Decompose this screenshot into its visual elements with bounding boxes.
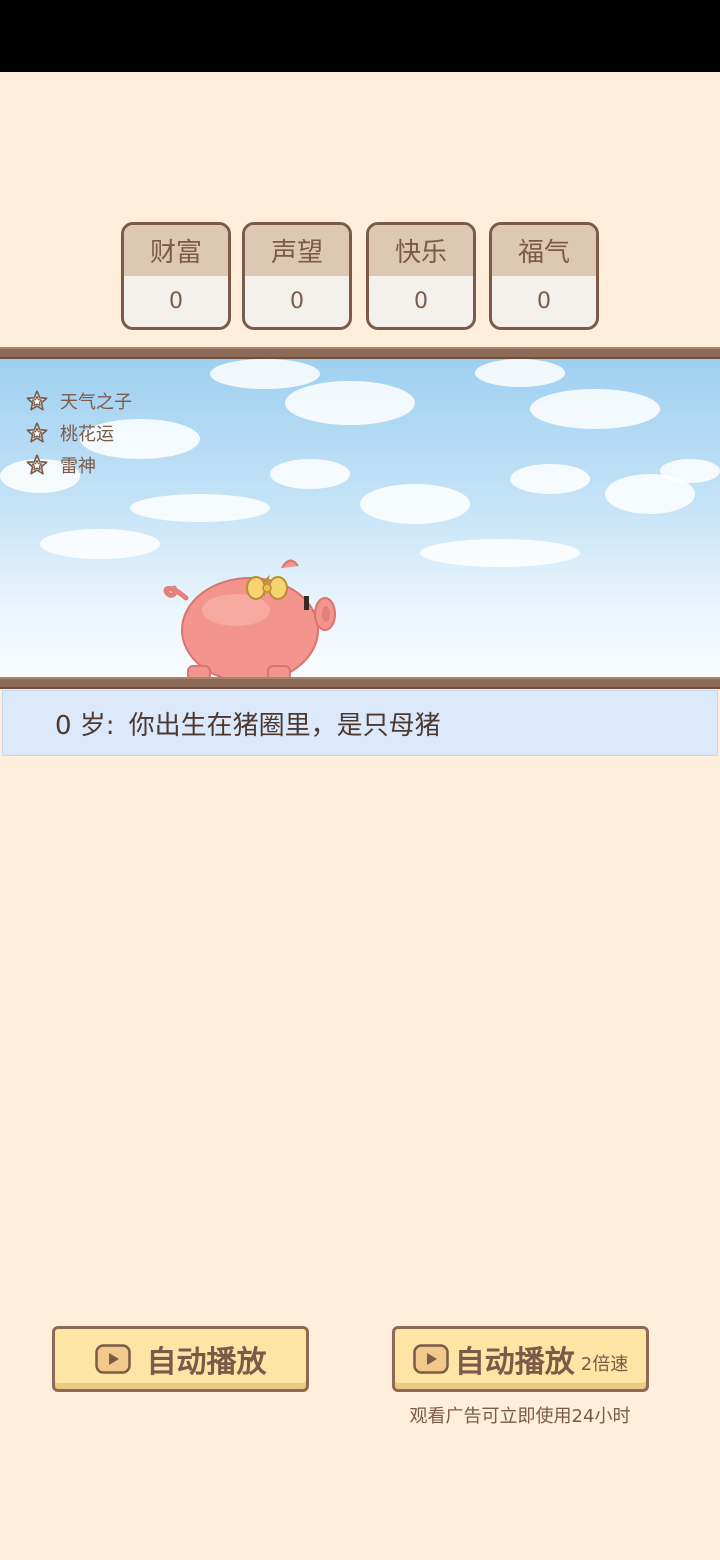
stat-label: 快乐 <box>369 225 473 276</box>
cloud <box>210 359 320 389</box>
autoplay-2x-label: 自动播放 <box>454 1345 575 1380</box>
cloud <box>420 539 580 567</box>
event-entry: 0 岁: 你出生在猪圈里，是只母猪 <box>55 705 441 742</box>
stat-wealth: 财富 0 <box>121 222 231 330</box>
sky-background: 天气之子 桃花运 雷神 <box>0 359 720 677</box>
trait-label: 天气之子 <box>60 392 132 413</box>
pig-character <box>163 559 336 677</box>
cloud <box>530 389 660 429</box>
cloud <box>360 484 470 524</box>
event-description: 你出生在猪圈里，是只母猪 <box>128 710 441 741</box>
stat-happiness: 快乐 0 <box>366 222 476 330</box>
trait-list: 天气之子 桃花运 雷神 <box>26 385 132 481</box>
game-scene: 天气之子 桃花运 雷神 <box>0 347 720 689</box>
stat-value: 0 <box>537 289 551 314</box>
trait-item: 天气之子 <box>26 385 132 417</box>
stat-reputation: 声望 0 <box>242 222 352 330</box>
star-icon <box>26 422 48 443</box>
stat-value: 0 <box>290 289 304 314</box>
video-play-icon <box>413 1344 449 1374</box>
star-icon <box>26 390 48 411</box>
stat-value: 0 <box>414 289 428 314</box>
speed-suffix: 2倍速 <box>580 1354 629 1375</box>
autoplay-2x-button[interactable]: 自动播放 2倍速 <box>392 1326 649 1392</box>
ad-note: 观看广告可立即使用24小时 <box>409 1406 631 1427</box>
trait-label: 桃花运 <box>60 424 114 445</box>
cloud <box>510 464 590 494</box>
cloud <box>270 459 350 489</box>
cloud <box>40 529 160 559</box>
status-bar <box>0 0 720 72</box>
trait-item: 雷神 <box>26 449 132 481</box>
scene-border-bottom <box>0 677 720 689</box>
cloud <box>130 494 270 522</box>
cloud <box>660 459 720 483</box>
autoplay-button[interactable]: 自动播放 <box>52 1326 309 1392</box>
trait-label: 雷神 <box>60 456 96 477</box>
stat-label: 声望 <box>245 225 349 276</box>
event-age: 0 岁: <box>55 710 115 741</box>
stat-value: 0 <box>169 289 183 314</box>
stats-panel: 财富 0 声望 0 快乐 0 福气 0 <box>0 222 720 330</box>
autoplay-label: 自动播放 <box>146 1345 267 1380</box>
stat-label: 福气 <box>492 225 596 276</box>
scene-border-top <box>0 347 720 359</box>
video-play-icon <box>94 1344 131 1374</box>
trait-item: 桃花运 <box>26 417 132 449</box>
cloud <box>285 381 415 425</box>
star-icon <box>26 454 48 475</box>
stat-fortune: 福气 0 <box>489 222 599 330</box>
cloud <box>475 359 565 387</box>
stat-label: 财富 <box>124 225 228 276</box>
event-log: 0 岁: 你出生在猪圈里，是只母猪 <box>2 690 718 756</box>
